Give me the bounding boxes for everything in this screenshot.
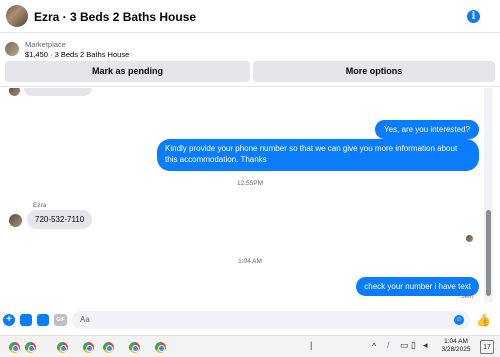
like-icon[interactable]: 👍	[476, 313, 491, 327]
chrome-icon[interactable]	[82, 341, 95, 354]
conversation-title[interactable]: Ezra · 3 Beds 2 Baths House	[34, 10, 196, 24]
windows-taskbar: | ^ / ▭ ▯ ◂ 1:04 AM 3/28/2025 17	[0, 335, 500, 357]
battery-icon[interactable]: ▭	[400, 340, 409, 351]
message-status: Sent	[460, 294, 473, 300]
chat-header: Ezra · 3 Beds 2 Baths House i	[0, 0, 500, 33]
read-receipt-avatar	[466, 235, 473, 242]
plus-icon[interactable]: +	[3, 314, 15, 326]
chrome-icon[interactable]	[56, 341, 69, 354]
divider: |	[310, 340, 313, 350]
scrollbar-thumb[interactable]	[486, 210, 491, 296]
listing-thumbnail[interactable]	[5, 42, 19, 56]
emoji-icon[interactable]: ☺	[454, 315, 464, 325]
more-options-button[interactable]: More options	[253, 61, 495, 82]
chrome-icon[interactable]	[24, 341, 37, 354]
sender-name: Ezra	[33, 202, 47, 209]
clock-date: 3/28/2025	[441, 346, 471, 353]
avatar[interactable]	[9, 214, 22, 227]
gif-icon[interactable]: GIF	[54, 314, 67, 326]
message-input-placeholder: Aa	[80, 315, 90, 324]
marketplace-banner: Marketplace $1,450 · 3 Beds 2 Baths Hous…	[0, 34, 500, 87]
network-icon[interactable]: ▯	[411, 340, 416, 351]
message-input[interactable]: Aa ☺	[72, 311, 470, 329]
avatar	[9, 88, 20, 96]
message-bubble-incoming	[24, 88, 92, 96]
listing-title[interactable]: $1,450 · 3 Beds 2 Baths House	[25, 50, 129, 59]
timestamp: 12:55PM	[236, 180, 264, 187]
volume-icon[interactable]: ◂	[423, 340, 428, 351]
pen-icon[interactable]: /	[387, 340, 390, 350]
avatar[interactable]	[6, 5, 28, 27]
marketplace-label: Marketplace	[25, 40, 66, 49]
message-thread[interactable]: Yes, are you interested? Kindly provide …	[0, 88, 500, 302]
message-bubble-incoming[interactable]: 720-532-7110	[27, 210, 93, 229]
info-icon[interactable]: i	[467, 10, 480, 23]
clock-time: 1:04 AM	[444, 338, 468, 345]
chrome-icon[interactable]	[102, 341, 115, 354]
chevron-up-icon[interactable]: ^	[372, 341, 376, 351]
photo-icon[interactable]	[20, 314, 32, 326]
chrome-icon[interactable]	[154, 341, 167, 354]
chrome-icon[interactable]	[128, 341, 141, 354]
chrome-icon[interactable]	[8, 341, 21, 354]
mark-as-pending-button[interactable]: Mark as pending	[5, 61, 250, 82]
timestamp: 1:04 AM	[238, 258, 262, 265]
message-composer: + GIF Aa ☺ 👍	[0, 305, 500, 335]
system-clock[interactable]: 1:04 AM 3/28/2025	[436, 338, 476, 354]
message-bubble-outgoing[interactable]: Kindly provide your phone number so that…	[157, 139, 479, 171]
message-bubble-outgoing[interactable]: Yes, are you interested?	[375, 120, 479, 139]
sticker-icon[interactable]	[37, 314, 49, 326]
notification-badge[interactable]: 17	[480, 340, 494, 354]
